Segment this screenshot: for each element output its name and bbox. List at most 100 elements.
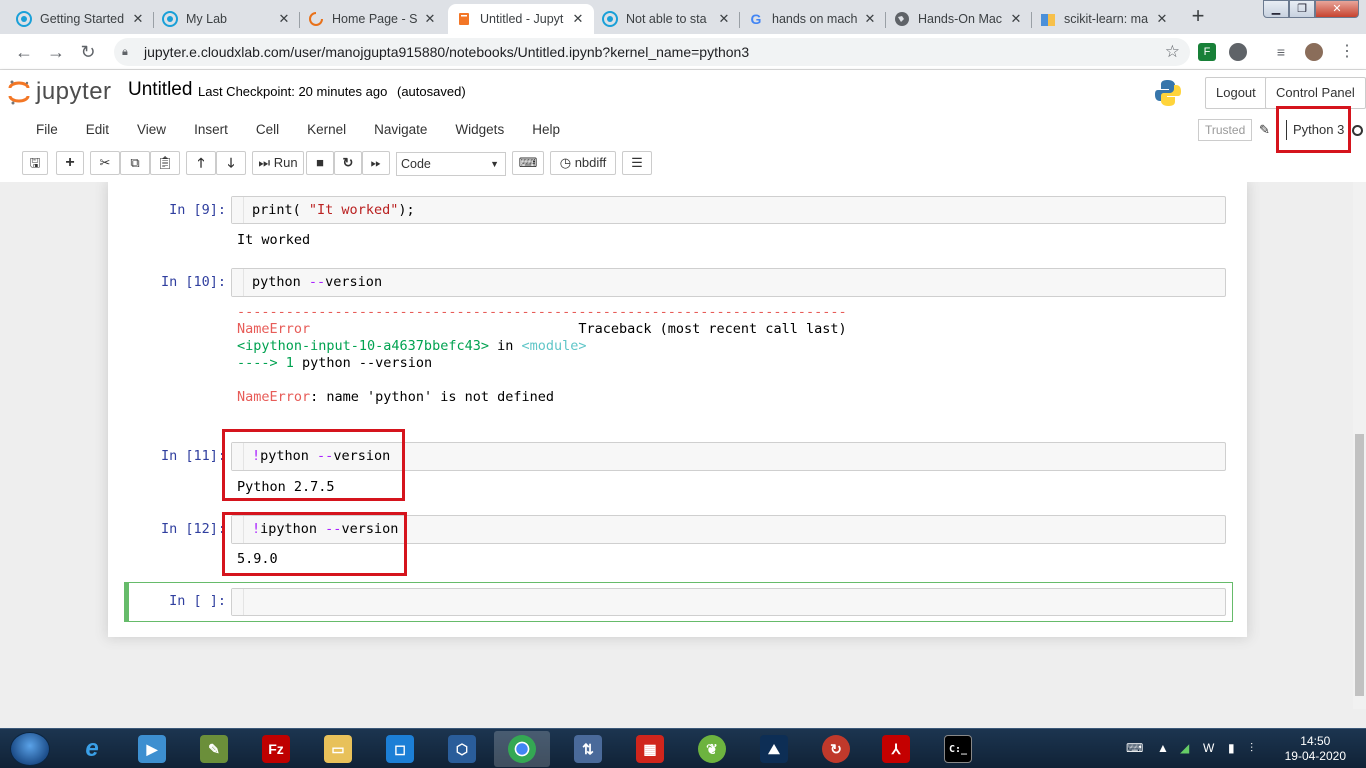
run-icon: ⏭ (258, 155, 271, 170)
code-cell-input[interactable]: print( "It worked"); (231, 196, 1226, 224)
paste-icon[interactable]: 📋︎ (150, 151, 180, 175)
folder-icon[interactable]: ▭ (310, 731, 366, 767)
scrollbar-thumb[interactable] (1355, 434, 1364, 696)
sync-icon[interactable]: ↻ (808, 731, 864, 767)
clock[interactable]: 14:50 19-04-2020 (1285, 734, 1346, 764)
browser-toolbar: ← → ↻ 🔒︎ jupyter.e.cloudxlab.com/user/ma… (0, 34, 1366, 70)
kernel-name[interactable]: Python 3 (1286, 120, 1344, 140)
close-tab-icon[interactable]: ✕ (862, 11, 878, 27)
address-bar[interactable]: 🔒︎ jupyter.e.cloudxlab.com/user/manojgup… (114, 38, 1190, 66)
menu-view[interactable]: View (123, 116, 180, 144)
terminal-icon[interactable]: C:_ (930, 731, 986, 767)
virtualbox-icon[interactable]: ⬡ (434, 731, 490, 767)
browser-tab[interactable]: scikit-learn: ma ✕ (1032, 4, 1178, 34)
scrollbar[interactable] (1353, 182, 1366, 709)
filezilla-icon[interactable]: Fz (248, 731, 304, 767)
tray-expand-icon[interactable]: ▲ (1157, 741, 1169, 755)
pencil-icon[interactable]: ✎ (1259, 122, 1270, 138)
editor-icon[interactable]: ✎ (186, 731, 242, 767)
menu-insert[interactable]: Insert (180, 116, 242, 144)
nbdiff-button[interactable]: ◷ nbdiff (550, 151, 616, 175)
menu-edit[interactable]: Edit (72, 116, 123, 144)
cut-icon[interactable]: ✂ (90, 151, 120, 175)
close-tab-icon[interactable]: ✕ (276, 11, 292, 27)
close-tab-icon[interactable]: ✕ (422, 11, 438, 27)
close-tab-icon[interactable]: ✕ (130, 11, 146, 27)
chrome-icon[interactable] (494, 731, 550, 767)
browser-tab-active[interactable]: Untitled - Jupyt ✕ (448, 4, 594, 34)
cell-output: 5.9.0 (237, 551, 278, 567)
code-cell-input[interactable]: !ipython --version (231, 515, 1226, 544)
browser-tab[interactable]: Not able to sta ✕ (594, 4, 740, 34)
close-tab-icon[interactable]: ✕ (716, 11, 732, 27)
app-icon[interactable]: ◻ (372, 731, 428, 767)
cell-prompt: In [ ]: (169, 593, 226, 609)
list-icon[interactable]: ☰ (622, 151, 652, 175)
code-cell-input-empty[interactable] (231, 588, 1226, 616)
menu-icon[interactable]: ⋮ (1338, 43, 1356, 61)
menu-widgets[interactable]: Widgets (441, 116, 518, 144)
maximize-icon[interactable]: ❐ (1289, 0, 1315, 18)
bookmark-star-icon[interactable]: ☆ (1165, 42, 1180, 62)
power-icon[interactable]: ▮ (1228, 741, 1235, 755)
copy-icon[interactable]: ⧉ (120, 151, 150, 175)
sheets-extension-icon[interactable]: F (1198, 43, 1216, 61)
acrobat-icon[interactable]: ⅄ (868, 731, 924, 767)
ie-icon[interactable]: e (64, 731, 120, 767)
close-window-icon[interactable]: ✕ (1315, 0, 1359, 18)
reload-icon[interactable]: ↻ (76, 40, 100, 64)
network-icon[interactable]: ⇅ (560, 731, 616, 767)
keyboard-tray-icon[interactable]: ⌨ (1126, 741, 1143, 755)
avatar[interactable] (1305, 43, 1323, 61)
close-tab-icon[interactable]: ✕ (1154, 11, 1170, 27)
move-down-icon[interactable]: 🡓 (216, 151, 246, 175)
word-tray-icon[interactable]: W (1203, 741, 1214, 755)
browser-tab[interactable]: G hands on mach ✕ (740, 4, 886, 34)
code-cell-input[interactable]: !python --version (231, 442, 1226, 471)
add-cell-icon[interactable]: + (56, 151, 84, 175)
menu-bar: File Edit View Insert Cell Kernel Naviga… (22, 116, 574, 144)
error-output: ----------------------------------------… (237, 304, 847, 405)
code-cell-input[interactable]: python --version (231, 268, 1226, 297)
globe-icon (894, 11, 910, 27)
minimize-icon[interactable]: ▁ (1263, 0, 1289, 18)
new-tab-button[interactable]: + (1184, 5, 1212, 29)
signal-icon[interactable]: ⫶ (1250, 741, 1253, 756)
menu-kernel[interactable]: Kernel (293, 116, 360, 144)
stop-icon[interactable]: ■ (306, 151, 334, 175)
notebook-name[interactable]: Untitled (128, 79, 192, 101)
logout-button[interactable]: Logout (1205, 77, 1267, 109)
extension-icon[interactable] (1229, 43, 1247, 61)
notebook-site: In [9]: print( "It worked"); It worked I… (0, 182, 1353, 709)
browser-tab[interactable]: Home Page - S ✕ (300, 4, 446, 34)
browser-tab[interactable]: Hands-On Mac ✕ (886, 4, 1032, 34)
forward-icon[interactable]: → (44, 40, 68, 64)
cell-type-select[interactable]: Code ▼ (396, 152, 506, 176)
browser-tab[interactable]: My Lab ✕ (154, 4, 300, 34)
menu-file[interactable]: File (22, 116, 72, 144)
menu-navigate[interactable]: Navigate (360, 116, 441, 144)
restart-icon[interactable]: ↻ (334, 151, 362, 175)
media-player-icon[interactable]: ▶ (124, 731, 180, 767)
dynamics-icon[interactable]: ⛰ (746, 731, 802, 767)
save-icon[interactable]: 🖫︎ (22, 151, 48, 175)
menu-help[interactable]: Help (518, 116, 574, 144)
start-button[interactable] (10, 732, 50, 766)
move-up-icon[interactable]: 🡑 (186, 151, 216, 175)
media-control-icon[interactable]: ≡ (1272, 43, 1290, 61)
fortinet-icon[interactable]: ▦ (622, 731, 678, 767)
browser-tab-bar: Getting Started ✕ My Lab ✕ Home Page - S… (0, 0, 1366, 34)
browser-tab[interactable]: Getting Started ✕ (8, 4, 154, 34)
jupyter-logo[interactable]: jupyter (8, 78, 112, 106)
keyboard-icon[interactable]: ⌨ (512, 151, 544, 175)
control-panel-button[interactable]: Control Panel (1265, 77, 1366, 109)
back-icon[interactable]: ← (12, 40, 36, 64)
menu-cell[interactable]: Cell (242, 116, 293, 144)
run-button[interactable]: ⏭ Run (252, 151, 304, 175)
fast-forward-icon[interactable]: ⏩︎ (362, 151, 390, 175)
close-tab-icon[interactable]: ✕ (1008, 11, 1024, 27)
spring-icon[interactable]: ❦ (684, 731, 740, 767)
wifi-icon[interactable]: ◢ (1180, 741, 1189, 755)
trusted-badge[interactable]: Trusted (1198, 119, 1253, 141)
close-tab-icon[interactable]: ✕ (570, 11, 586, 27)
